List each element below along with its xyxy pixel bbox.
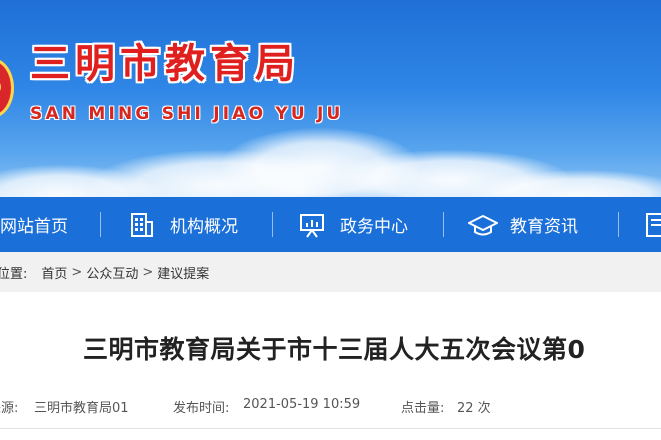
published-value: 2021-05-19 10:59 [243,397,361,412]
breadcrumb-home-link[interactable]: 首页 [41,263,67,282]
breadcrumb-interaction-link[interactable]: 公众互动 [86,263,138,282]
nav-item-label: 网站首页 [0,217,68,237]
breadcrumb: 前位置: 首页 > 公众互动 > 建议提案 [0,252,661,292]
nav-item-education-news[interactable]: 教育资讯 [468,197,578,252]
nav-item-home[interactable]: 网站首页 [0,197,68,252]
emblem-logo [0,58,14,118]
building-icon [128,211,156,239]
site-pinyin: SAN MING SHI JIAO YU JU [30,104,344,124]
breadcrumb-label: 前位置: [0,266,28,282]
nav-divider [272,212,273,237]
article-meta: 来源: 三明市教育局01 发布时间: 2021-05-19 10:59 点击量:… [0,397,661,417]
nav-item-label: 教育资讯 [510,217,578,237]
article-title: 三明市教育局关于市十三届人大五次会议第0 [83,335,586,364]
views-label: 点击量: [401,401,445,416]
source-value: 三明市教育局01 [34,401,129,416]
main-nav: 网站首页 机构概况 政务中心 教育资讯 [0,197,661,252]
header-banner: 三明市教育局 SAN MING SHI JIAO YU JU [0,0,661,197]
breadcrumb-separator: > [71,264,83,280]
presentation-icon [298,211,326,239]
nav-item-label: 政务中心 [340,217,408,237]
nav-divider [100,212,101,237]
nav-item-more[interactable] [643,197,661,252]
graduation-cap-icon [468,211,498,239]
nav-divider [618,212,619,237]
breadcrumb-separator: > [142,264,154,280]
nav-divider [443,212,444,237]
meta-divider [0,428,661,429]
nav-item-organization[interactable]: 机构概况 [128,197,238,252]
document-icon [643,211,661,239]
breadcrumb-proposals-link[interactable]: 建议提案 [157,263,209,282]
site-title[interactable]: 三明市教育局 [30,44,300,84]
source-label: 来源: [0,401,19,416]
published-label: 发布时间: [173,401,230,416]
nav-item-government[interactable]: 政务中心 [298,197,408,252]
nav-item-label: 机构概况 [170,217,238,237]
views-value: 22 次 [457,401,491,416]
